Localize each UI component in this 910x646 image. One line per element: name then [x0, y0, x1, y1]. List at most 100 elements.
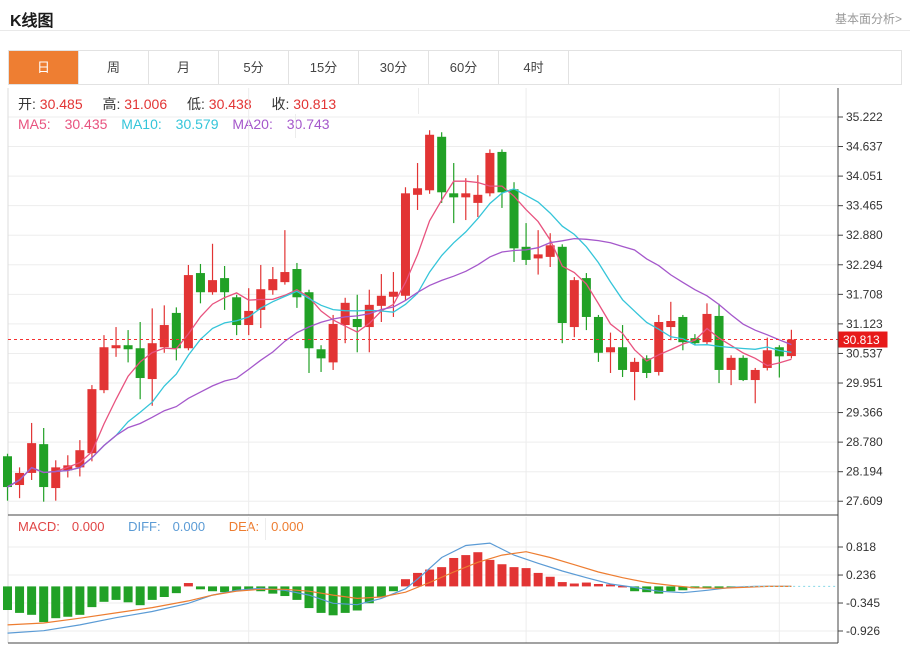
macd-bar	[461, 555, 470, 586]
candle-body	[437, 137, 446, 193]
candle-body	[473, 195, 482, 203]
macd-bar	[51, 586, 60, 618]
macd-bar	[63, 586, 72, 616]
y-axis-tick-label: 30.537	[846, 346, 883, 360]
tab-4时[interactable]: 4时	[499, 51, 569, 84]
candle-body	[268, 279, 277, 290]
macd-bar	[27, 586, 36, 614]
candle-body	[3, 456, 12, 487]
macd-tick-label: -0.345	[846, 596, 880, 610]
macd-bar	[15, 586, 24, 612]
y-axis-tick-label: 29.366	[846, 406, 883, 420]
page-title: K线图	[10, 7, 54, 31]
y-axis-tick-label: 35.222	[846, 110, 883, 124]
macd-bar	[305, 586, 314, 608]
macd-bar	[558, 582, 567, 586]
candle-body	[485, 153, 494, 193]
macd-tick-label: -0.926	[846, 624, 880, 638]
macd-bar	[389, 586, 398, 591]
y-axis-tick-label: 34.051	[846, 169, 883, 183]
macd-bar	[377, 586, 386, 597]
macd-bar	[546, 577, 555, 587]
candle-body	[775, 347, 784, 356]
y-axis-tick-label: 29.951	[846, 376, 883, 390]
candle-body	[136, 348, 145, 378]
tab-5分[interactable]: 5分	[219, 51, 289, 84]
candle-body	[534, 254, 543, 258]
candle-body	[606, 347, 615, 352]
macd-bar	[208, 586, 217, 591]
y-axis-tick-label: 27.609	[846, 494, 883, 508]
candle-body	[510, 189, 519, 248]
y-axis-tick-label: 32.294	[846, 258, 883, 272]
macd-bar	[184, 583, 193, 586]
y-axis-tick-label: 33.465	[846, 199, 883, 213]
candle-body	[413, 188, 422, 195]
macd-bar	[3, 586, 12, 610]
candle-body	[329, 324, 338, 362]
macd-bar	[582, 583, 591, 587]
macd-bar	[666, 586, 675, 591]
tab-60分[interactable]: 60分	[429, 51, 499, 84]
macd-bar	[401, 579, 410, 586]
candle-body	[196, 273, 205, 292]
candle-body	[280, 272, 289, 282]
macd-tick-label: 0.818	[846, 540, 876, 554]
candle-body	[751, 370, 760, 380]
candle-body	[317, 349, 326, 358]
header-divider	[0, 30, 910, 31]
candle-body	[461, 193, 470, 197]
tab-15分[interactable]: 15分	[289, 51, 359, 84]
candle-body	[715, 316, 724, 370]
macd-bar	[594, 584, 603, 586]
macd-bar	[485, 560, 494, 586]
macd-bar	[39, 586, 48, 622]
macd-bar	[99, 586, 108, 601]
candle-body	[124, 345, 133, 349]
macd-bar	[75, 586, 84, 614]
candle-body	[220, 278, 229, 292]
tab-日[interactable]: 日	[9, 51, 79, 84]
candle-body	[99, 347, 108, 390]
candle-body	[594, 317, 603, 353]
macd-bar	[534, 573, 543, 586]
macd-bar	[654, 586, 663, 593]
tab-30分[interactable]: 30分	[359, 51, 429, 84]
macd-bar	[136, 586, 145, 605]
y-axis-tick-label: 28.780	[846, 435, 883, 449]
candle-body	[208, 280, 217, 292]
kline-chart[interactable]: 35.22234.63734.05133.46532.88032.29431.7…	[0, 88, 910, 646]
candle-body	[739, 358, 748, 380]
macd-bar	[522, 568, 531, 586]
y-axis-tick-label: 32.880	[846, 228, 883, 242]
macd-bar	[196, 586, 205, 589]
macd-bar	[341, 586, 350, 612]
tab-bar-filler	[569, 51, 901, 84]
macd-bar	[124, 586, 133, 602]
macd-bar	[497, 564, 506, 586]
candle-body	[160, 325, 169, 347]
candle-body	[341, 303, 350, 325]
candle-body	[666, 321, 675, 327]
candle-body	[389, 292, 398, 297]
candle-body	[787, 340, 796, 357]
current-price-badge-label: 30.813	[843, 333, 880, 347]
ma20-line	[8, 239, 792, 487]
macd-bar	[510, 567, 519, 586]
fundamental-analysis-link[interactable]: 基本面分析>	[835, 10, 902, 27]
candle-body	[353, 319, 362, 327]
period-tab-bar: 日周月5分15分30分60分4时	[8, 50, 902, 85]
y-axis-tick-label: 31.708	[846, 287, 883, 301]
candle-body	[449, 193, 458, 197]
macd-bar	[112, 586, 121, 599]
macd-bar	[220, 586, 229, 592]
ma5-line	[8, 181, 792, 487]
tab-周[interactable]: 周	[79, 51, 149, 84]
candle-body	[630, 362, 639, 372]
candle-body	[425, 135, 434, 191]
tab-月[interactable]: 月	[149, 51, 219, 84]
y-axis-tick-label: 31.123	[846, 317, 883, 331]
macd-bar	[329, 586, 338, 615]
candle-body	[172, 313, 181, 348]
macd-bar	[172, 586, 181, 593]
